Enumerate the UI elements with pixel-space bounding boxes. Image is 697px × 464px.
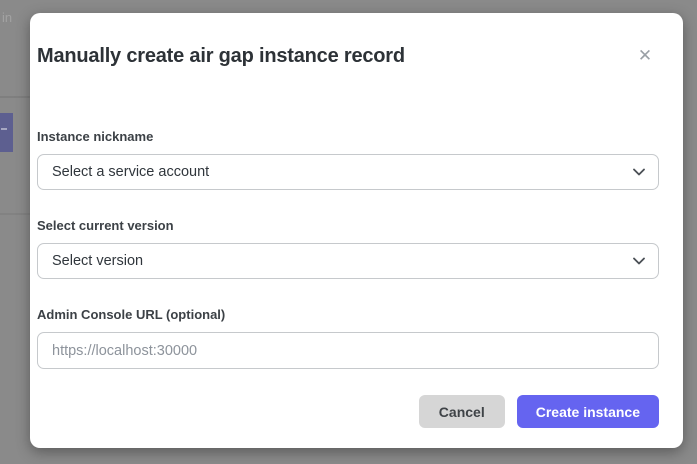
current-version-label: Select current version: [37, 218, 174, 233]
version-select-value: Select version: [52, 253, 143, 269]
service-account-select[interactable]: Select a service account: [37, 154, 659, 190]
admin-console-url-label: Admin Console URL (optional): [37, 307, 225, 322]
background-row-divider: [0, 213, 30, 215]
service-account-select-value: Select a service account: [52, 164, 209, 180]
chevron-down-icon: [633, 168, 645, 176]
modal-footer-buttons: Cancel Create instance: [419, 395, 659, 428]
background-page-text: in: [2, 10, 12, 25]
cancel-button[interactable]: Cancel: [419, 395, 505, 428]
instance-nickname-label: Instance nickname: [37, 129, 153, 144]
version-select[interactable]: Select version: [37, 243, 659, 279]
admin-console-url-input[interactable]: [37, 332, 659, 369]
modal-title: Manually create air gap instance record: [37, 45, 405, 68]
background-selected-row: [0, 113, 13, 152]
background-row-divider: [0, 96, 30, 98]
close-icon[interactable]: ✕: [635, 46, 655, 66]
create-instance-button[interactable]: Create instance: [517, 395, 659, 428]
chevron-down-icon: [633, 257, 645, 265]
background-row-mark: [1, 128, 7, 130]
create-airgap-instance-modal: Manually create air gap instance record …: [30, 13, 683, 448]
dimmed-backdrop: in Manually create air gap instance reco…: [0, 0, 697, 464]
